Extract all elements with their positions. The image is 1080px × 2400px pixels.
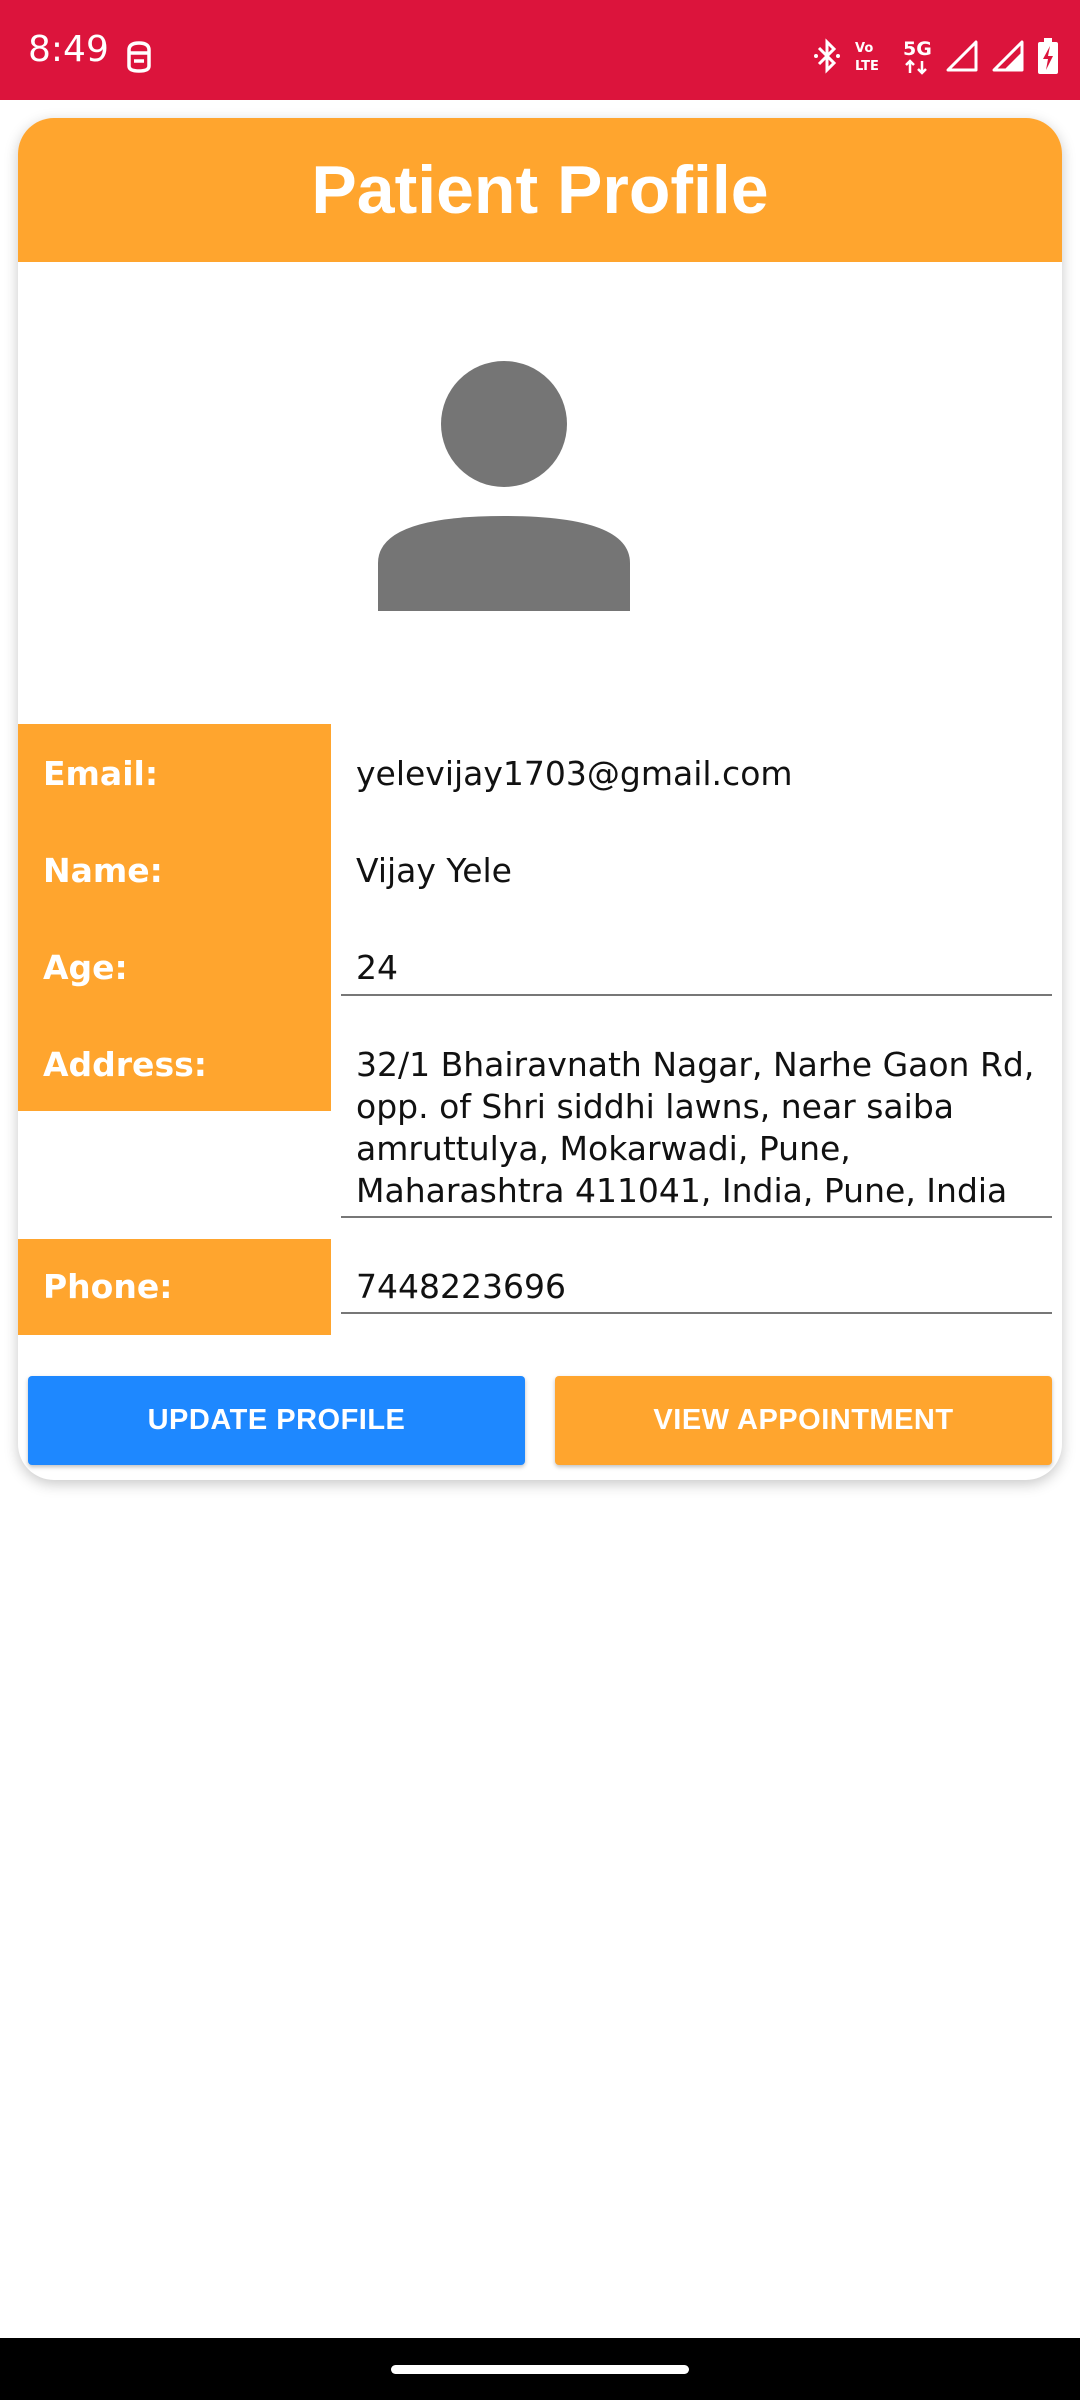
home-indicator[interactable] [391, 2365, 689, 2374]
phone-label: Phone: [43, 1267, 173, 1306]
signal-icon-2 [992, 40, 1024, 72]
phone-field[interactable]: 7448223696 [356, 1266, 566, 1308]
svg-text:LTE: LTE [855, 59, 879, 74]
age-field-underline [341, 994, 1052, 996]
name-label: Name: [43, 851, 163, 890]
age-label: Age: [43, 948, 128, 987]
notification-app-icon [127, 41, 151, 73]
view-appointment-button[interactable]: VIEW APPOINTMENT [555, 1376, 1052, 1465]
person-icon [378, 361, 630, 611]
status-time: 8:49 [28, 29, 109, 70]
svg-text:5G: 5G [903, 38, 932, 60]
volte-icon: Vo LTE [855, 41, 879, 74]
5g-icon: 5G [903, 38, 932, 75]
svg-text:Vo: Vo [855, 41, 873, 56]
battery-charging-icon [1038, 38, 1058, 74]
status-bar: 8:49 Vo LTE 5G [0, 0, 1080, 100]
status-icons: Vo LTE 5G [814, 34, 1058, 78]
update-profile-button[interactable]: UPDATE PROFILE [28, 1376, 525, 1465]
bluetooth-icon [814, 38, 840, 74]
signal-icon [946, 40, 978, 72]
email-label: Email: [43, 754, 159, 793]
profile-card: Patient Profile Email: yelevijay1703@gma… [18, 118, 1062, 1480]
phone-field-underline [341, 1312, 1052, 1314]
age-field[interactable]: 24 [356, 947, 398, 989]
page-title: Patient Profile [18, 118, 1062, 262]
email-value: yelevijay1703@gmail.com [356, 754, 793, 793]
address-field-underline [341, 1216, 1052, 1218]
address-label: Address: [43, 1045, 207, 1084]
address-field[interactable]: 32/1 Bhairavnath Nagar, Narhe Gaon Rd, o… [356, 1044, 1036, 1212]
name-value: Vijay Yele [356, 851, 512, 890]
